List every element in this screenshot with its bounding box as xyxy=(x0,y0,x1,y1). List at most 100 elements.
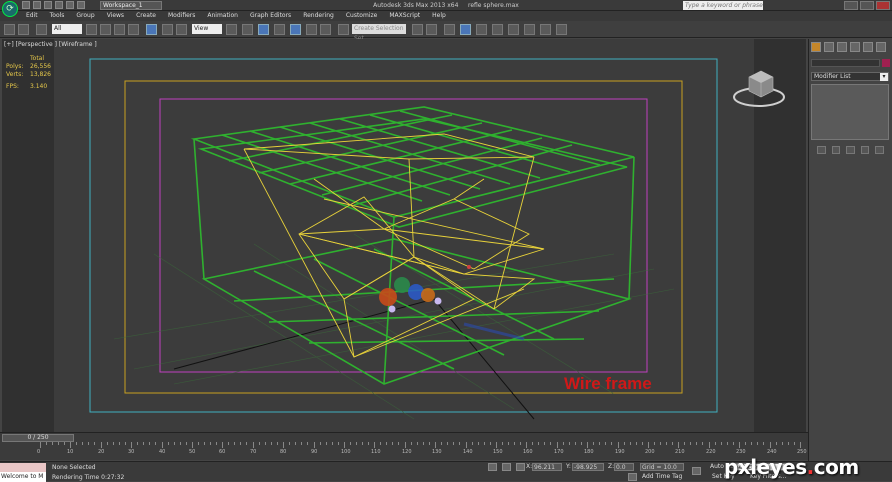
x-coordinate-field[interactable]: 96.211 xyxy=(532,463,562,471)
close-button[interactable] xyxy=(876,1,890,10)
snaps-toggle-icon[interactable] xyxy=(274,24,285,35)
show-end-result-icon[interactable] xyxy=(831,146,841,154)
timeline-minor-tick xyxy=(630,442,631,445)
timeline-minor-tick xyxy=(332,442,333,445)
rendered-frame-icon[interactable] xyxy=(540,24,551,35)
align-icon[interactable] xyxy=(426,24,437,35)
make-unique-icon[interactable] xyxy=(846,146,855,154)
menu-rendering[interactable]: Rendering xyxy=(303,11,334,21)
select-move-icon[interactable] xyxy=(146,24,157,35)
menu-modifiers[interactable]: Modifiers xyxy=(168,11,195,21)
menu-views[interactable]: Views xyxy=(107,11,124,21)
menu-create[interactable]: Create xyxy=(136,11,156,21)
key-icon[interactable] xyxy=(692,467,701,475)
app-logo-icon[interactable]: ⟳ xyxy=(2,1,18,17)
mirror-icon[interactable] xyxy=(412,24,423,35)
angle-snap-icon[interactable] xyxy=(290,24,301,35)
help-search-input[interactable]: Type a keyword or phrase xyxy=(683,1,763,10)
motion-tab-icon[interactable] xyxy=(850,42,860,52)
select-by-name-icon[interactable] xyxy=(100,24,111,35)
viewport-label[interactable]: [+] [Perspective ] [Wireframe ] xyxy=(4,41,97,48)
timeline-tick-label: 60 xyxy=(219,449,226,455)
maxscript-listener[interactable]: Welcome to M xyxy=(0,462,46,482)
percent-snap-icon[interactable] xyxy=(306,24,317,35)
material-editor-icon[interactable] xyxy=(508,24,519,35)
stat-polys-label: Polys: xyxy=(6,63,24,70)
rect-region-icon[interactable] xyxy=(114,24,125,35)
time-slider[interactable]: 0 / 250 xyxy=(0,432,808,442)
render-setup-icon[interactable] xyxy=(524,24,535,35)
viewcube[interactable] xyxy=(729,65,789,111)
timeline-tick-label: 20 xyxy=(98,449,105,455)
spinner-snap-icon[interactable] xyxy=(320,24,331,35)
chevron-down-icon: ▾ xyxy=(880,73,888,81)
timeline-minor-tick xyxy=(180,442,181,445)
schematic-view-icon[interactable] xyxy=(492,24,503,35)
z-coordinate-field[interactable]: 0.0 xyxy=(614,463,634,471)
render-production-icon[interactable] xyxy=(556,24,567,35)
object-color-swatch[interactable] xyxy=(882,59,890,67)
edit-named-sets-icon[interactable] xyxy=(338,24,349,35)
absolute-mode-icon[interactable] xyxy=(516,463,525,471)
graphite-ribbon-icon[interactable] xyxy=(460,24,471,35)
menu-edit[interactable]: Edit xyxy=(26,11,38,21)
menu-graph-editors[interactable]: Graph Editors xyxy=(250,11,291,21)
window-crossing-icon[interactable] xyxy=(128,24,139,35)
timeline-tick xyxy=(496,442,497,448)
timeline-minor-tick xyxy=(168,442,169,445)
help-icon[interactable] xyxy=(488,463,497,471)
named-selection-dropdown[interactable]: Create Selection Set xyxy=(352,24,406,42)
timeline-minor-tick xyxy=(502,442,503,445)
timeline-minor-tick xyxy=(204,442,205,445)
pivot-center-icon[interactable] xyxy=(226,24,237,35)
track-bar[interactable]: 0 10 20 30 40 50 60 70 80 90 100 110 120 130 140 150 160… xyxy=(0,442,808,460)
stats-header: Total xyxy=(30,55,45,62)
time-slider-thumb[interactable]: 0 / 250 xyxy=(2,434,74,442)
modifier-list-dropdown[interactable]: Modifier List ▾ xyxy=(811,72,889,81)
select-manipulate-icon[interactable] xyxy=(242,24,253,35)
add-time-tag-button[interactable]: Add Time Tag xyxy=(642,473,682,481)
stat-polys-value: 26,556 xyxy=(30,63,51,70)
lock-selection-icon[interactable] xyxy=(502,463,511,471)
timeline-tick xyxy=(283,442,284,448)
select-link-icon[interactable] xyxy=(36,24,47,35)
modify-tab-icon[interactable] xyxy=(824,42,834,52)
timeline-minor-tick xyxy=(563,442,564,445)
timeline-minor-tick xyxy=(246,442,247,445)
timeline-minor-tick xyxy=(696,442,697,445)
menu-customize[interactable]: Customize xyxy=(346,11,378,21)
create-tab-icon[interactable] xyxy=(811,42,821,52)
display-tab-icon[interactable] xyxy=(863,42,873,52)
menu-maxscript[interactable]: MAXScript xyxy=(389,11,420,21)
select-rotate-icon[interactable] xyxy=(162,24,173,35)
menu-help[interactable]: Help xyxy=(432,11,446,21)
select-scale-icon[interactable] xyxy=(176,24,187,35)
select-object-icon[interactable] xyxy=(86,24,97,35)
maximize-button[interactable] xyxy=(860,1,874,10)
keyboard-shortcut-icon[interactable] xyxy=(258,24,269,35)
menu-group[interactable]: Group xyxy=(76,11,94,21)
pin-stack-icon[interactable] xyxy=(817,146,826,154)
remove-modifier-icon[interactable] xyxy=(860,146,870,154)
utilities-tab-icon[interactable] xyxy=(876,42,886,52)
minimize-button[interactable] xyxy=(844,1,858,10)
ref-coord-dropdown[interactable]: View xyxy=(192,24,222,34)
object-name-field[interactable] xyxy=(811,59,880,67)
wireframe-scene: Wire frame xyxy=(89,58,718,420)
configure-sets-icon[interactable] xyxy=(875,146,884,154)
redo-icon[interactable] xyxy=(18,24,29,35)
modifier-stack[interactable] xyxy=(811,84,889,140)
time-tag-icon[interactable] xyxy=(628,473,637,481)
layer-manager-icon[interactable] xyxy=(444,24,455,35)
selection-filter-dropdown[interactable]: All xyxy=(52,24,82,34)
undo-icon[interactable] xyxy=(4,24,15,35)
perspective-viewport[interactable]: Wire frame xyxy=(2,39,806,432)
timeline-minor-tick xyxy=(715,442,716,445)
menu-animation[interactable]: Animation xyxy=(207,11,238,21)
menu-tools[interactable]: Tools xyxy=(50,11,65,21)
curve-editor-icon[interactable] xyxy=(476,24,487,35)
timeline-minor-tick xyxy=(757,442,758,445)
y-coordinate-field[interactable]: -98.925 xyxy=(572,463,604,471)
hierarchy-tab-icon[interactable] xyxy=(837,42,847,52)
viewport-canvas[interactable]: Wire frame xyxy=(54,39,754,432)
